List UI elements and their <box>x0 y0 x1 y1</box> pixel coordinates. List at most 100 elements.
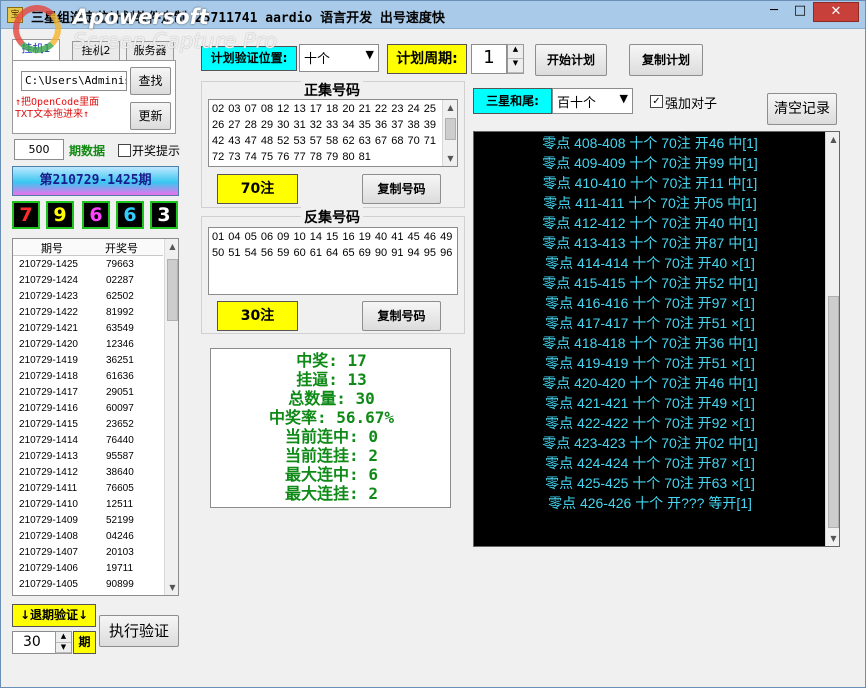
row-period: 210729-1419 <box>19 355 78 366</box>
table-row[interactable]: 210729-1425 79663 <box>13 257 163 273</box>
spin-up-icon[interactable]: ▲ <box>508 45 523 59</box>
copy-negative-button[interactable]: 复制号码 <box>362 301 441 331</box>
spin-down-icon[interactable]: ▼ <box>508 59 523 73</box>
start-plan-button[interactable]: 开始计划 <box>535 44 607 76</box>
pair-checkbox[interactable]: ✓ <box>650 95 663 108</box>
app-window: 宝 三星组选定位计划软件定制 25711741 aardio 语言开发 出号速度… <box>0 0 866 688</box>
spin-up-icon[interactable]: ▲ <box>56 632 71 643</box>
cycle-input[interactable]: 1 <box>471 44 507 74</box>
negative-title: 反集号码 <box>301 207 363 227</box>
table-row[interactable]: 210729-1418 61636 <box>13 369 163 385</box>
row-number: 02287 <box>106 275 134 286</box>
scroll-up-icon[interactable]: ▲ <box>826 132 839 147</box>
row-number: 38640 <box>106 467 134 478</box>
copy-plan-button[interactable]: 复制计划 <box>629 44 703 76</box>
draw-history-list[interactable]: 期号 开奖号 210729-1425 79663 210729-1424 02287 2… <box>12 238 179 596</box>
scroll-thumb[interactable] <box>167 259 178 321</box>
table-row[interactable]: 210729-1409 52199 <box>13 513 163 529</box>
table-row[interactable]: 210729-1407 20103 <box>13 545 163 561</box>
row-period: 210729-1423 <box>19 291 78 302</box>
table-row[interactable]: 210729-1421 63549 <box>13 321 163 337</box>
file-path-input[interactable]: C:\Users\Administ <box>21 71 127 91</box>
scroll-down-icon[interactable]: ▼ <box>165 580 178 595</box>
stat-max-loss-streak: 最大连挂: 2 <box>285 484 378 503</box>
clear-records-button[interactable]: 清空记录 <box>767 93 837 125</box>
log-line: 零点 419-419 十个 70注 开51 ×[1] <box>545 355 755 371</box>
log-scrollbar[interactable]: ▲ ▼ <box>825 132 839 546</box>
positive-numbers-textarea[interactable]: 02 03 07 08 12 13 17 18 20 21 22 23 24 2… <box>208 99 458 167</box>
period-count-label: 期数据 <box>69 144 106 158</box>
execute-verify-button[interactable]: 执行验证 <box>99 615 179 647</box>
log-line: 零点 426-426 十个 开??? 等开[1] <box>548 495 752 511</box>
draw-digit-5: 3 <box>150 201 178 229</box>
spin-down-icon[interactable]: ▼ <box>56 643 71 653</box>
positive-count: 70注 <box>217 174 298 204</box>
scroll-down-icon[interactable]: ▼ <box>826 531 839 546</box>
row-period: 210729-1405 <box>19 579 78 590</box>
scroll-up-icon[interactable]: ▲ <box>443 100 458 115</box>
table-row[interactable]: 210729-1424 02287 <box>13 273 163 289</box>
backtest-value-input[interactable]: 30 <box>12 631 56 654</box>
table-row[interactable]: 210729-1414 76440 <box>13 433 163 449</box>
table-row[interactable]: 210729-1408 04246 <box>13 529 163 545</box>
update-button[interactable]: 更新 <box>130 102 171 130</box>
col-header-period[interactable]: 期号 <box>41 240 63 256</box>
table-row[interactable]: 210729-1404 11484 <box>13 593 163 595</box>
log-line: 零点 422-422 十个 70注 开92 ×[1] <box>545 415 755 431</box>
table-row[interactable]: 210729-1413 95587 <box>13 449 163 465</box>
scroll-down-icon[interactable]: ▼ <box>443 151 458 166</box>
table-row[interactable]: 210729-1416 60097 <box>13 401 163 417</box>
log-line: 零点 421-421 十个 70注 开49 ×[1] <box>545 395 755 411</box>
tail-select[interactable]: 百十个 ▼ <box>552 88 633 114</box>
table-row[interactable]: 210729-1417 29051 <box>13 385 163 401</box>
negative-numbers-textarea[interactable]: 01 04 05 06 09 10 14 15 16 19 40 41 45 4… <box>208 227 458 295</box>
row-number: 12346 <box>106 339 134 350</box>
table-row[interactable]: 210729-1419 36251 <box>13 353 163 369</box>
table-row[interactable]: 210729-1422 81992 <box>13 305 163 321</box>
row-number: 20103 <box>106 547 134 558</box>
stat-win: 中奖: 17 <box>296 351 367 370</box>
table-row[interactable]: 210729-1410 12511 <box>13 497 163 513</box>
table-row[interactable]: 210729-1415 23652 <box>13 417 163 433</box>
table-row[interactable]: 210729-1405 90899 <box>13 577 163 593</box>
row-number: 79663 <box>106 259 134 270</box>
row-number: 12511 <box>106 499 134 510</box>
close-button[interactable]: ✕ <box>813 2 859 22</box>
plan-log[interactable]: 零点 408-408 十个 70注 开46 中[1] 零点 409-409 十个 … <box>473 131 840 547</box>
positive-scrollbar[interactable]: ▲ ▼ <box>442 100 457 166</box>
title-bar[interactable]: 宝 三星组选定位计划软件定制 25711741 aardio 语言开发 出号速度… <box>1 1 865 29</box>
cycle-spinner[interactable]: ▲ ▼ <box>507 44 524 74</box>
list-scrollbar[interactable]: ▲ ▼ <box>164 239 178 595</box>
row-number: 81992 <box>106 307 134 318</box>
stat-total: 总数量: 30 <box>288 389 375 408</box>
table-row[interactable]: 210729-1420 12346 <box>13 337 163 353</box>
scroll-up-icon[interactable]: ▲ <box>165 239 178 254</box>
draw-digit-4: 6 <box>116 201 144 229</box>
scroll-thumb[interactable] <box>445 118 456 140</box>
scroll-thumb[interactable] <box>828 296 839 528</box>
draw-digit-2: 9 <box>46 201 74 229</box>
period-count-input[interactable]: 500 <box>14 139 64 160</box>
log-line: 零点 411-411 十个 70注 开05 中[1] <box>543 195 757 211</box>
row-period: 210729-1420 <box>19 339 78 350</box>
col-header-number[interactable]: 开奖号 <box>105 240 138 256</box>
log-line: 零点 408-408 十个 70注 开46 中[1] <box>542 135 758 151</box>
maximize-button[interactable]: □ <box>787 2 813 22</box>
row-number: 60097 <box>106 403 134 414</box>
row-number: 19711 <box>106 563 134 574</box>
backtest-spinner[interactable]: ▲ ▼ <box>55 631 72 654</box>
table-row[interactable]: 210729-1412 38640 <box>13 465 163 481</box>
row-period: 210729-1414 <box>19 435 78 446</box>
row-number: 36251 <box>106 355 134 366</box>
draw-alert-checkbox[interactable] <box>118 144 131 157</box>
minimize-button[interactable]: ─ <box>761 2 787 22</box>
table-row[interactable]: 210729-1406 19711 <box>13 561 163 577</box>
table-row[interactable]: 210729-1411 76605 <box>13 481 163 497</box>
watermark-text: Apowersoft <box>73 5 209 29</box>
table-row[interactable]: 210729-1423 62502 <box>13 289 163 305</box>
find-button[interactable]: 查找 <box>130 67 171 95</box>
verify-position-select[interactable]: 十个 ▼ <box>299 44 379 72</box>
log-line: 零点 412-412 十个 70注 开40 中[1] <box>542 215 758 231</box>
copy-positive-button[interactable]: 复制号码 <box>362 174 441 204</box>
log-line: 零点 423-423 十个 70注 开02 中[1] <box>542 435 758 451</box>
